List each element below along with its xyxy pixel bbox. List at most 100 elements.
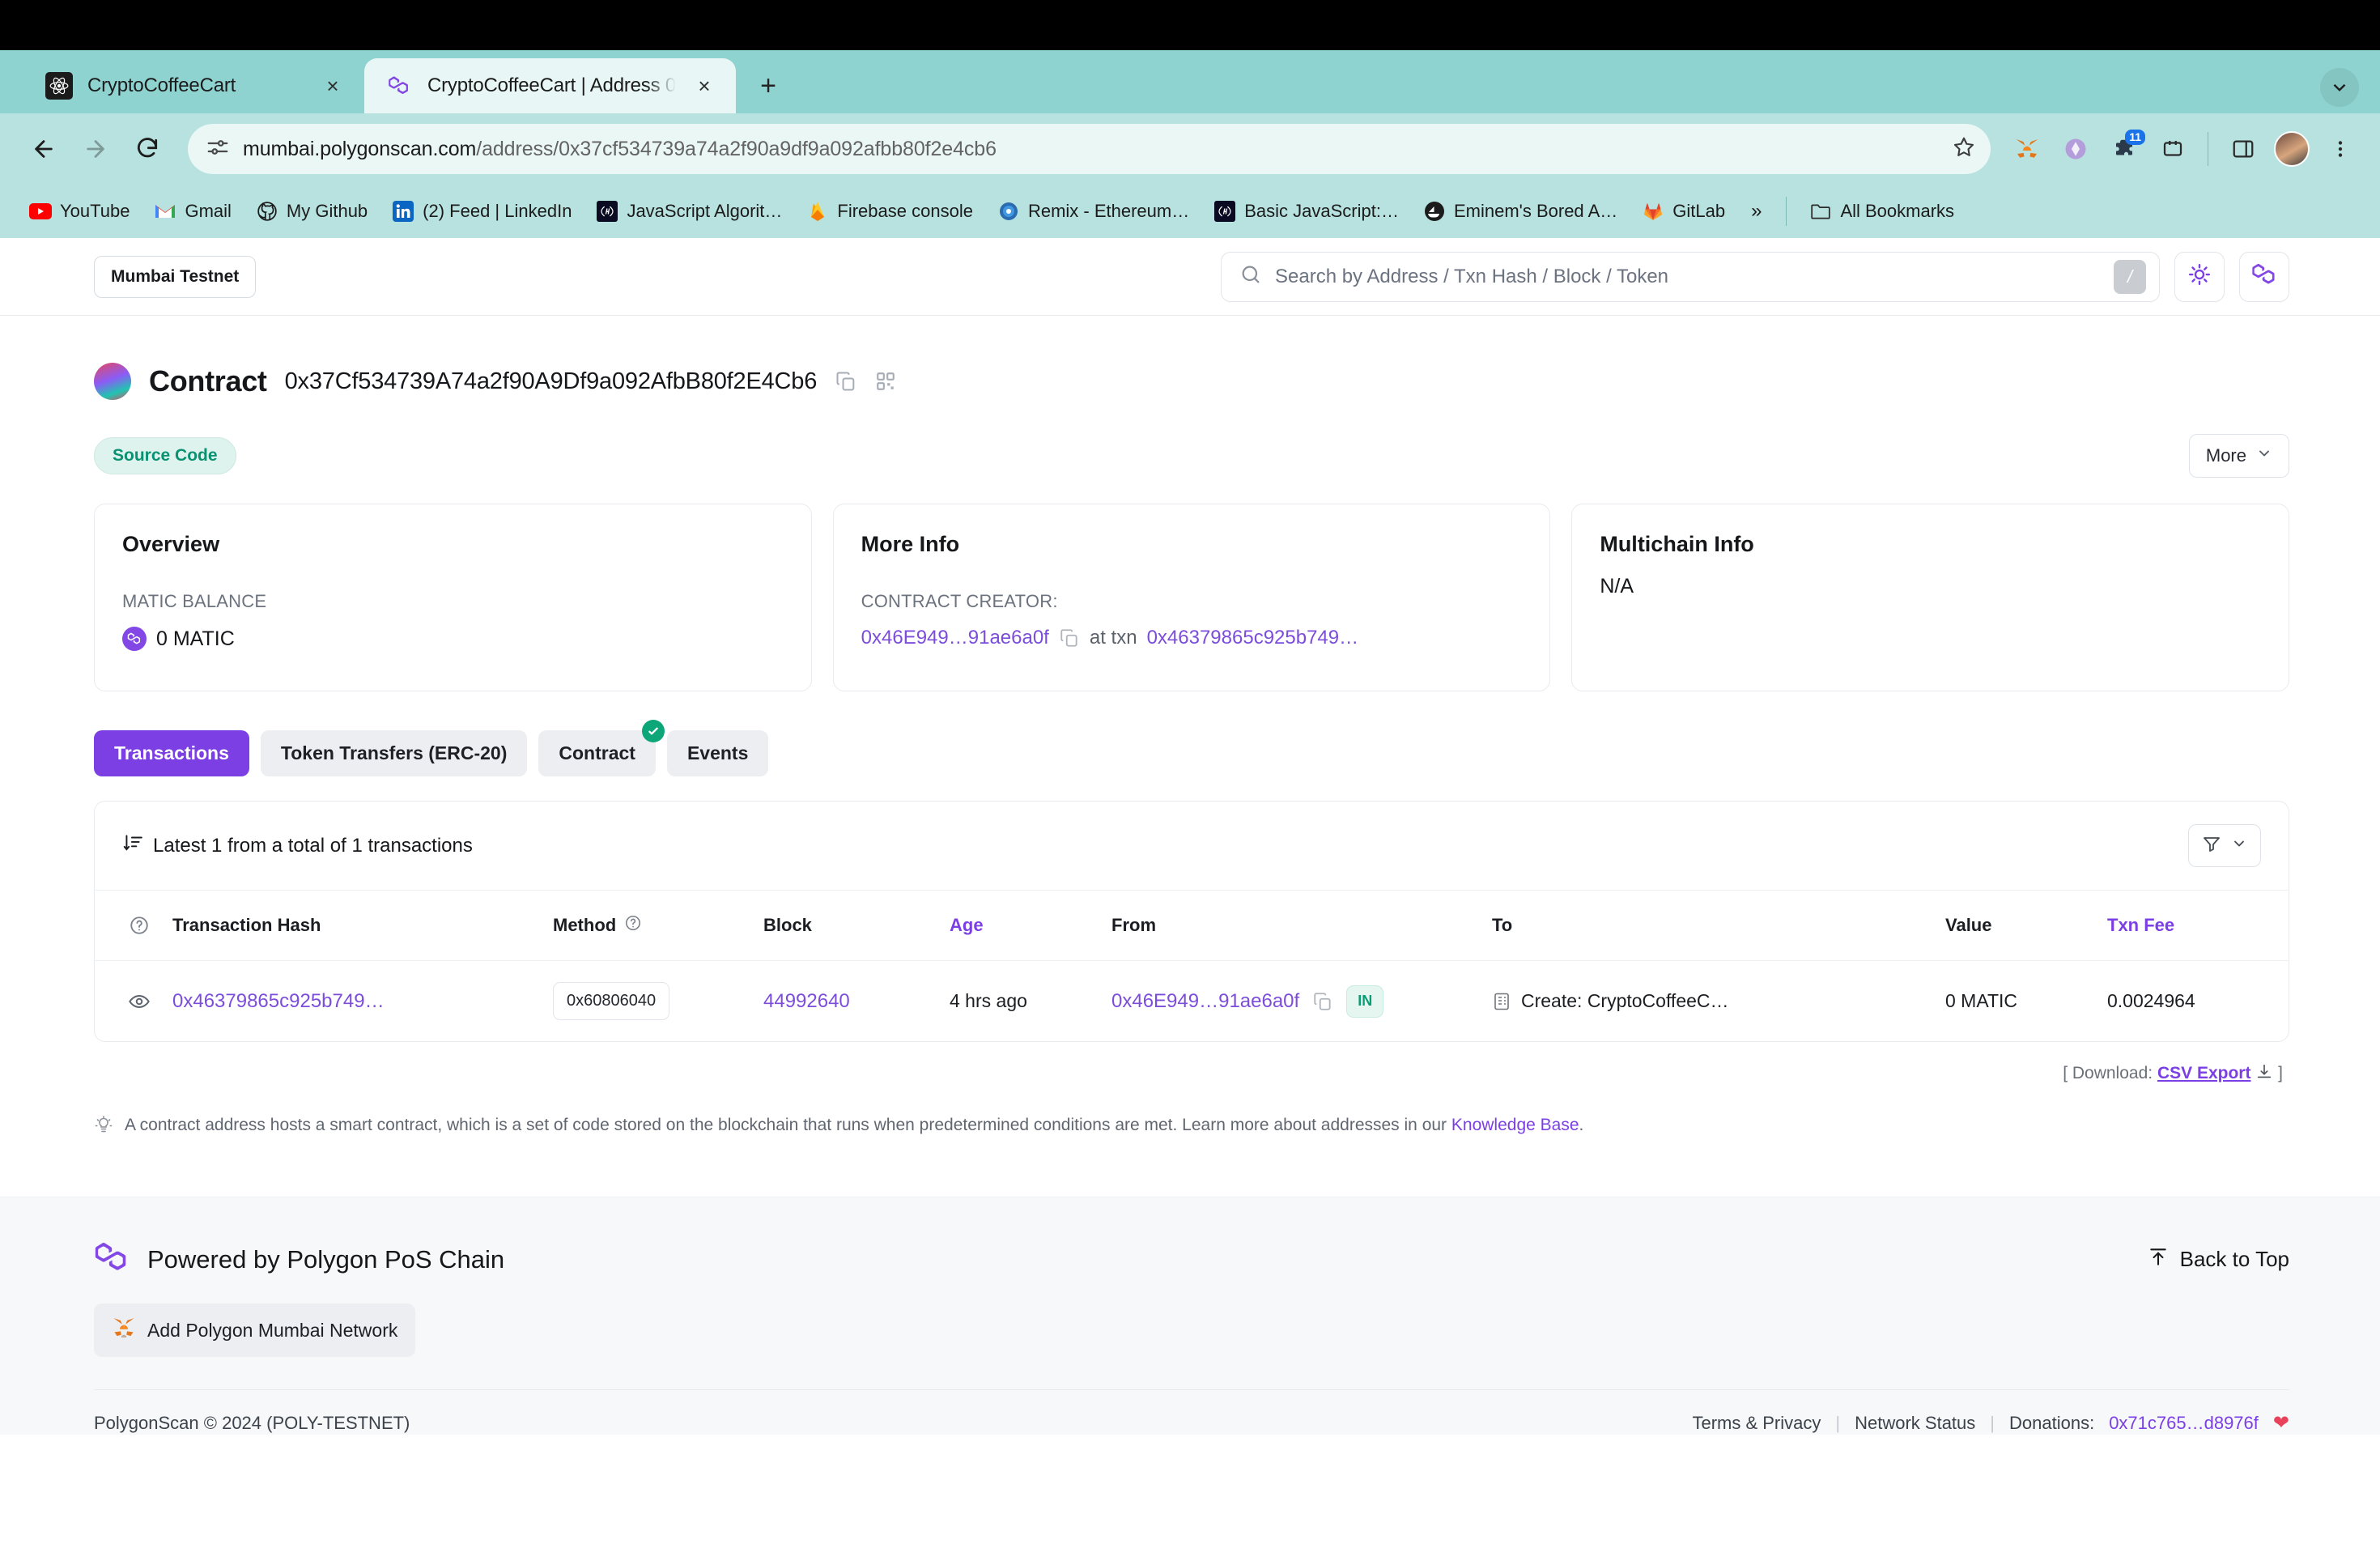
block-link[interactable]: 44992640 [763,990,850,1012]
creation-txn-link[interactable]: 0x46379865c925b749… [1147,627,1359,649]
donations-address-link[interactable]: 0x71c765…d8976f [2109,1413,2259,1434]
to-contract-name[interactable]: Create: CryptoCoffeeC… [1521,990,1729,1012]
lightbulb-icon [94,1116,113,1140]
window-titlebar [0,0,2380,50]
tab-contract[interactable]: Contract [538,720,665,776]
network-selector[interactable]: Mumbai Testnet [94,255,257,298]
polygon-network-button[interactable] [2239,251,2289,302]
chevron-down-icon[interactable] [2320,68,2359,107]
bookmark-basic-javascript[interactable]: Basic JavaScript:… [1204,195,1409,228]
extension-icons: 11 [2008,130,2359,168]
forward-button[interactable] [73,126,118,172]
method-badge[interactable]: 0x60806040 [553,982,670,1020]
add-network-button[interactable]: Add Polygon Mumbai Network [94,1303,416,1357]
page-settings-icon[interactable] [206,135,230,164]
extensions-icon[interactable] [2154,130,2191,168]
filter-button[interactable] [2188,824,2261,867]
close-icon[interactable]: × [691,72,718,100]
browser-tab-2[interactable]: CryptoCoffeeCart | Address 0 × [364,58,737,113]
cell-value: 0 MATIC [1945,990,2018,1011]
chevron-down-icon [2231,836,2247,856]
tab-label: Contract [559,742,635,763]
download-icon[interactable] [2255,1064,2278,1082]
bookmark-label: Eminem's Bored A… [1453,201,1618,221]
theme-toggle-button[interactable] [2174,251,2225,302]
puzzle-extension-icon[interactable]: 11 [2106,130,2145,168]
contract-creator-row: 0x46E949…91ae6a0f at txn 0x46379865c925b… [861,627,1523,649]
bookmark-youtube[interactable]: YouTube [19,195,139,228]
tab-token-transfers[interactable]: Token Transfers (ERC-20) [260,730,528,776]
help-circle-icon[interactable] [624,914,642,937]
more-button[interactable]: More [2188,434,2289,478]
source-code-badge[interactable]: Source Code [94,437,236,474]
all-bookmarks-button[interactable]: All Bookmarks [1800,195,1964,228]
chrome-menu-icon[interactable] [2322,130,2359,168]
close-icon[interactable]: × [319,72,346,100]
github-icon [256,200,278,223]
summary-cards: Overview MATIC BALANCE 0 MATIC More Info… [94,504,2289,691]
contract-header: Contract 0x37Cf534739A74a2f90A9Df9a092Af… [94,316,2289,400]
metamask-extension-icon[interactable] [2008,130,2046,168]
address-bar[interactable]: mumbai.polygonscan.com/address/0x37cf534… [188,124,1991,174]
knowledge-base-link[interactable]: Knowledge Base [1451,1116,1579,1134]
bookmark-gitlab[interactable]: GitLab [1632,195,1735,228]
from-address-link[interactable]: 0x46E949…91ae6a0f [1111,990,1299,1013]
table-row[interactable]: 0x46379865c925b749… 0x60806040 44992640 … [95,961,2289,1042]
address-identicon [94,363,131,400]
all-bookmarks-label: All Bookmarks [1840,201,1955,221]
tab-title: CryptoCoffeeCart | Address 0 [427,74,677,96]
bookmark-linkedin[interactable]: (2) Feed | LinkedIn [382,195,581,228]
browser-tab-1[interactable]: CryptoCoffeeCart × [24,58,364,113]
contract-icon [1492,992,1511,1011]
tab-label: Transactions [114,742,229,763]
method-label: Method [553,915,617,935]
table-header-row: Transaction Hash Method Block Age From T… [95,890,2289,961]
cell-transaction-hash: 0x46379865c925b749… [164,961,545,1042]
column-header-txn-fee[interactable]: Txn Fee [2099,890,2289,961]
copy-icon[interactable] [1059,627,1080,649]
browser-toolbar: mumbai.polygonscan.com/address/0x37cf534… [0,113,2380,185]
bookmark-opensea[interactable]: Eminem's Bored A… [1413,195,1627,228]
back-to-top-button[interactable]: Back to Top [2148,1246,2289,1273]
new-tab-button[interactable]: + [747,65,789,107]
more-button-label: More [2205,445,2246,466]
bookmark-gmail[interactable]: Gmail [144,195,240,228]
column-header-age[interactable]: Age [941,890,1103,961]
back-button[interactable] [21,126,66,172]
back-to-top-label: Back to Top [2179,1247,2289,1271]
tab-events[interactable]: Events [666,730,769,776]
eye-icon[interactable] [122,985,156,1019]
cell-block: 44992640 [755,961,941,1042]
creator-address-link[interactable]: 0x46E949…91ae6a0f [861,627,1049,649]
search-input[interactable]: Search by Address / Txn Hash / Block / T… [1221,251,2160,302]
avatar[interactable] [2273,130,2310,168]
content-tabs: Transactions Token Transfers (ERC-20) Co… [94,720,2289,776]
overview-card: Overview MATIC BALANCE 0 MATIC [94,504,812,691]
header-right-group: Search by Address / Txn Hash / Block / T… [1221,251,2289,302]
gmail-icon [154,200,176,223]
bookmark-my-github[interactable]: My Github [246,195,377,228]
bookmark-javascript-algorithms[interactable]: JavaScript Algorit… [586,195,792,228]
bookmark-remix-ethereum[interactable]: Remix - Ethereum… [988,195,1199,228]
terms-privacy-link[interactable]: Terms & Privacy [1692,1413,1821,1434]
copy-icon[interactable] [835,370,857,393]
column-header-from: From [1103,890,1484,961]
sidepanel-icon[interactable] [2225,130,2262,168]
help-circle-icon[interactable] [122,908,156,942]
reload-button[interactable] [125,126,170,172]
bookmarks-overflow-button[interactable]: » [1740,195,1773,228]
powered-by-row: Powered by Polygon PoS Chain [94,1240,504,1279]
transaction-hash-link[interactable]: 0x46379865c925b749… [172,990,385,1012]
copy-icon[interactable] [1312,991,1333,1012]
search-icon [1239,263,1262,290]
csv-export-link[interactable]: CSV Export [2157,1064,2251,1082]
footer-top-row: Powered by Polygon PoS Chain Back to Top [94,1240,2289,1279]
bookmark-firebase-console[interactable]: Firebase console [797,195,983,228]
matic-token-icon [122,627,147,651]
wallet-extension-icon[interactable] [2057,130,2094,168]
qr-code-icon[interactable] [875,371,896,392]
network-status-link[interactable]: Network Status [1855,1413,1975,1434]
search-shortcut-key: / [2114,259,2146,294]
star-icon[interactable] [1952,135,1976,164]
tab-transactions[interactable]: Transactions [94,730,249,776]
